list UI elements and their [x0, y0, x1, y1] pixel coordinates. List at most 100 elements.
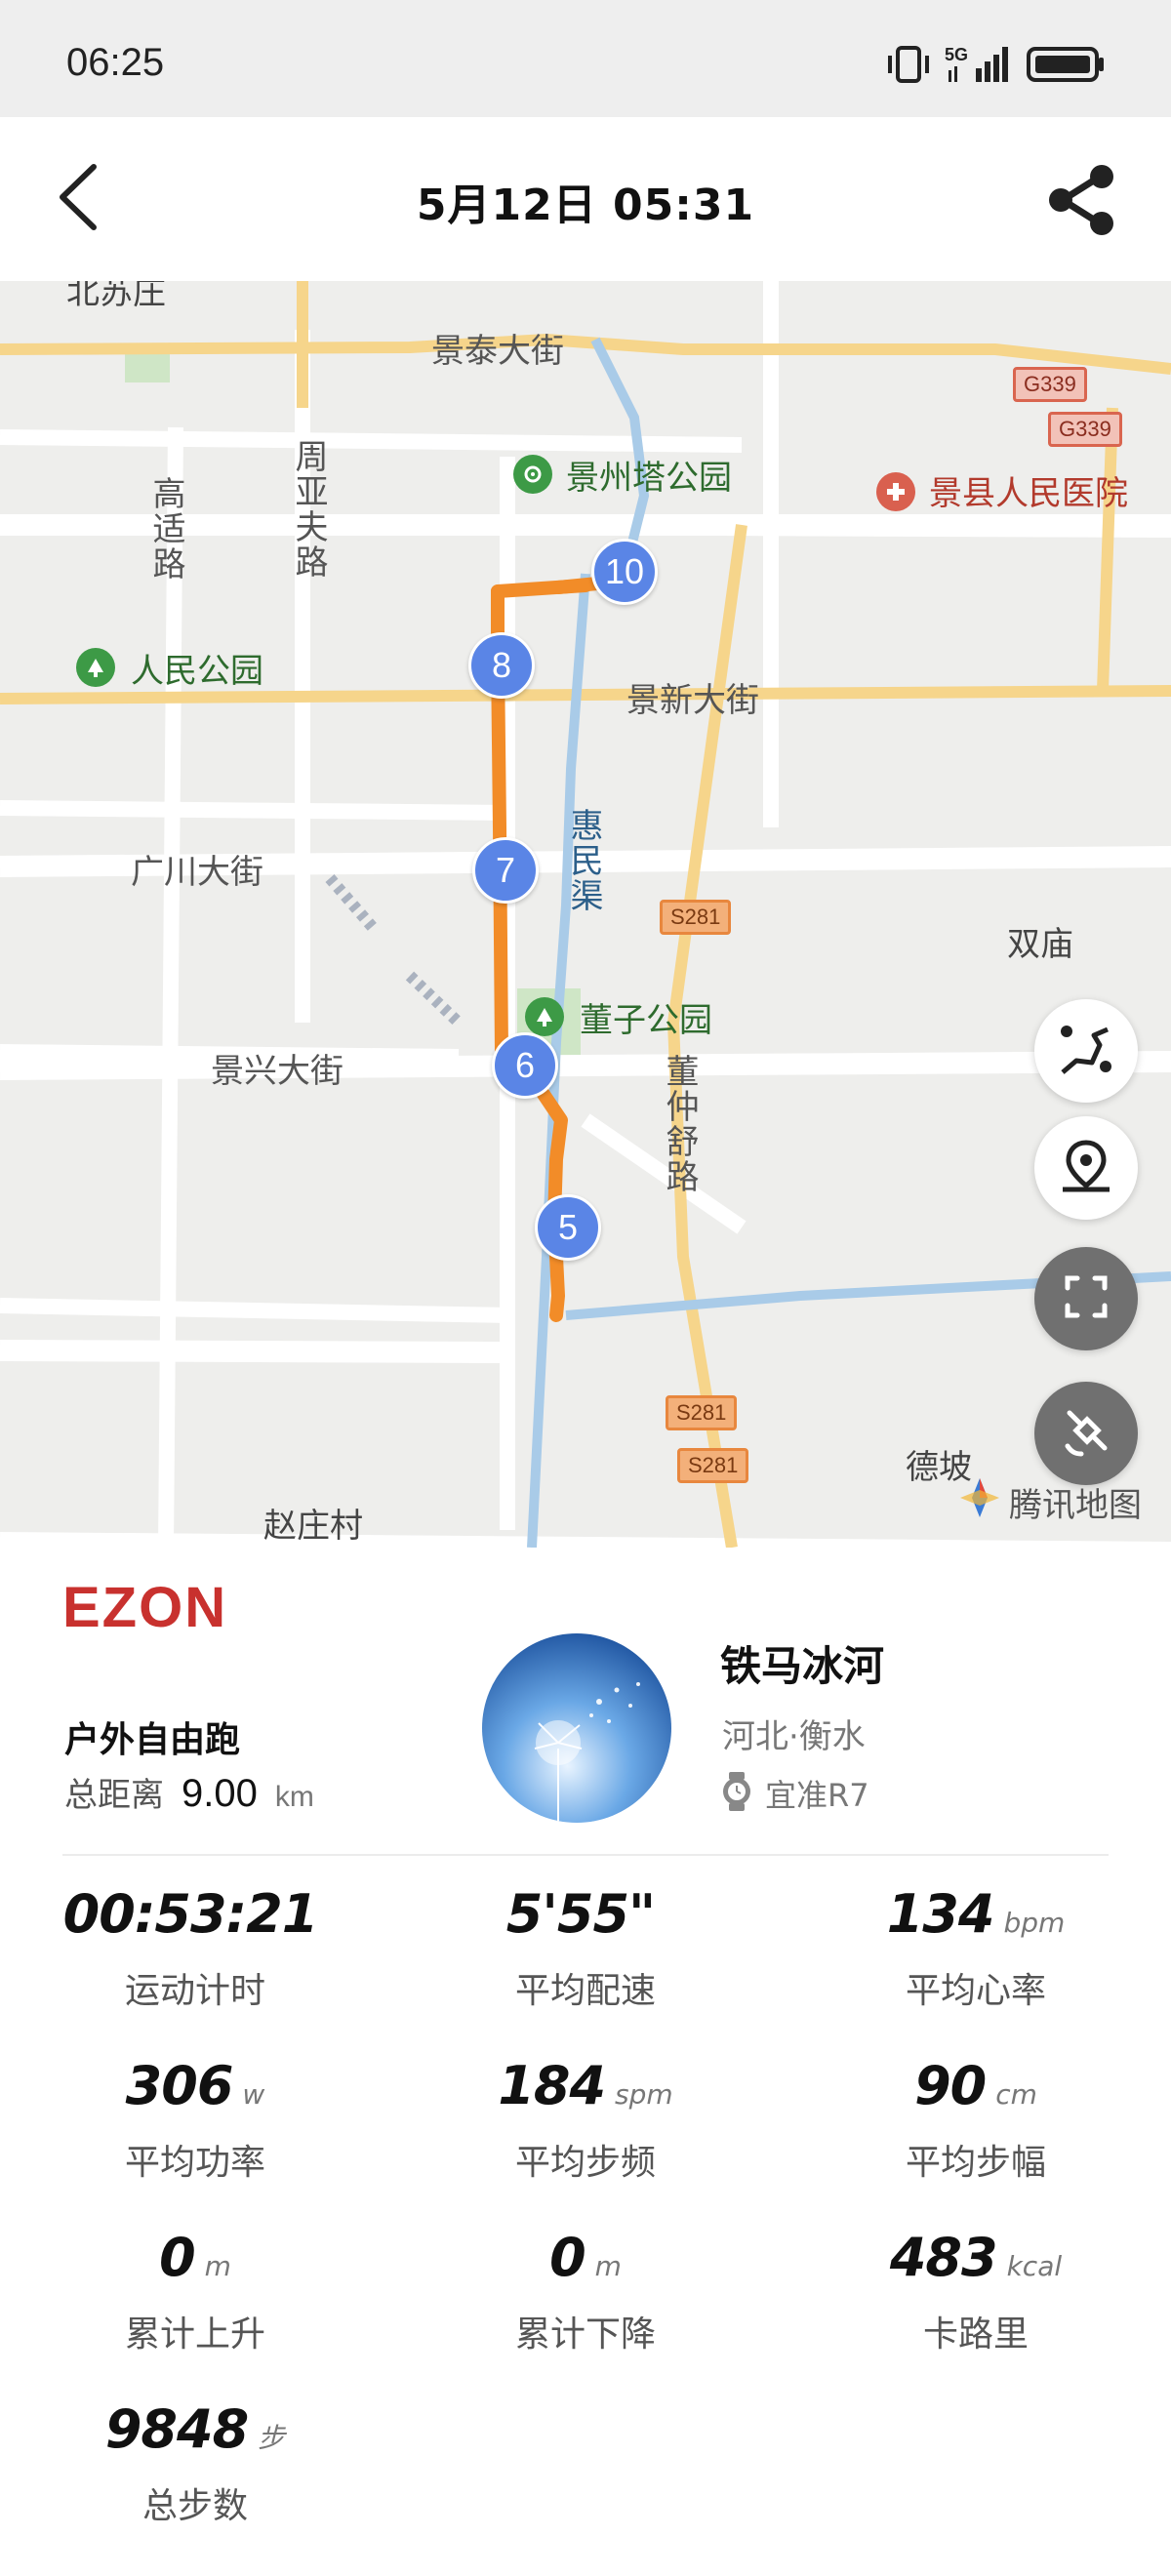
stat-avg-stride: 90 cm 平均步幅 [820, 2055, 1132, 2185]
stat-value: 9848 [104, 2398, 249, 2460]
map-label-jingxing-street: 景兴大街 [211, 1052, 343, 1091]
map-label-jingzhouta-park: 景州塔公园 [566, 459, 732, 498]
road-badge-s281: S281 [660, 900, 732, 935]
map-label-guangchuan-street: 广川大街 [131, 853, 263, 892]
map-label-zhaozhuang: 赵庄村 [263, 1507, 363, 1546]
status-time: 06:25 [66, 41, 165, 84]
stat-label: 卡路里 [922, 2314, 1029, 2355]
hospital-icon [876, 472, 915, 511]
map-label-shuangmiao: 双庙 [1007, 925, 1073, 964]
stat-avg-heart-rate: 134 bpm 平均心率 [820, 1883, 1132, 2013]
stat-value: 00:53:21 [62, 1883, 319, 1945]
stat-value: 184 [498, 2055, 606, 2116]
stat-unit: spm [615, 2078, 673, 2111]
road-badge-s281: S281 [677, 1448, 749, 1483]
stat-total-descent: 0m 累计下降 [429, 2227, 742, 2356]
share-icon [1045, 163, 1119, 241]
track-replay-icon [1055, 1018, 1117, 1084]
total-distance: 总距离 9.00 km [64, 1768, 314, 1816]
tree-icon [76, 648, 115, 687]
brand-logo: EZON [62, 1576, 228, 1639]
device-info: 宜准R7 [718, 1770, 869, 1817]
map-label-dongzhongshu-road: 董仲舒路 [660, 1054, 699, 1194]
map-label-huimin-canal: 惠民渠 [564, 808, 603, 913]
stat-label: 累计下降 [514, 2314, 656, 2355]
tencent-map-logo-icon [958, 1476, 1001, 1528]
stat-value: 90 [914, 2055, 987, 2116]
stat-value: 0 [549, 2227, 586, 2288]
top-app-bar: 5月12日 05:31 [0, 117, 1171, 281]
stat-label: 总步数 [141, 2486, 248, 2526]
stat-value: 5'55" [505, 1883, 656, 1945]
track-replay-button[interactable] [1034, 999, 1138, 1103]
distance-value: 9.00 [182, 1772, 258, 1815]
stat-calories: 483 kcal 卡路里 [820, 2227, 1132, 2356]
stat-value: 0 [159, 2227, 196, 2288]
user-name: 铁马冰河 [720, 1642, 885, 1690]
map-label-dongzi-park: 董子公园 [580, 1001, 712, 1040]
road-badge-s281: S281 [666, 1395, 738, 1430]
stat-unit: kcal [1006, 2250, 1063, 2282]
stat-label: 平均步幅 [905, 2143, 1046, 2183]
status-icons: 5G [886, 43, 1107, 86]
stat-unit: cm [995, 2078, 1037, 2111]
stat-label: 累计上升 [124, 2314, 265, 2355]
km-marker[interactable]: 7 [472, 837, 539, 904]
road-badge-g339: G339 [1013, 367, 1087, 402]
stat-value: 306 [125, 2055, 234, 2116]
stat-total-ascent: 0m 累计上升 [39, 2227, 351, 2356]
stat-unit: m [594, 2250, 622, 2282]
vibrate-icon [886, 45, 931, 84]
share-button[interactable] [1038, 160, 1126, 244]
map-attribution: 腾讯地图 [958, 1476, 1142, 1528]
km-marker[interactable]: 10 [591, 539, 658, 605]
map-pin-icon [1057, 1137, 1115, 1199]
stat-total-steps: 9848 步 总步数 [39, 2398, 351, 2528]
svg-text:5G: 5G [945, 45, 968, 64]
tree-icon [525, 997, 564, 1036]
stat-value: 134 [886, 1883, 995, 1945]
km-marker[interactable]: 8 [468, 632, 535, 699]
fullscreen-button[interactable] [1034, 1247, 1138, 1350]
workout-summary: EZON 户外自由跑 总距离 9.00 km 铁马冰河 河北·衡水 宜准R7 0… [0, 1548, 1171, 2576]
status-bar: 06:25 5G [0, 0, 1171, 117]
route-map[interactable]: 北苏庄 景泰大街 景州塔公园 景县人民医院 高适路 周亚夫路 人民公园 景新大街… [0, 281, 1171, 1548]
stat-avg-pace: 5'55" 平均配速 [429, 1883, 742, 2013]
watch-icon [718, 1770, 755, 1817]
satellite-button[interactable] [1034, 1382, 1138, 1485]
stat-label: 平均功率 [124, 2143, 265, 2183]
km-marker[interactable]: 6 [492, 1032, 558, 1099]
signal-5g-icon: 5G [945, 43, 1013, 86]
stat-duration: 00:53:21 运动计时 [39, 1883, 351, 2013]
km-marker[interactable]: 5 [535, 1194, 601, 1261]
stat-avg-cadence: 184 spm 平均步频 [429, 2055, 742, 2185]
map-label-beisuzhuang: 北苏庄 [66, 281, 166, 312]
map-label-jingtai-street: 景泰大街 [431, 332, 564, 371]
user-location: 河北·衡水 [722, 1717, 866, 1756]
stat-avg-power: 306 w 平均功率 [39, 2055, 351, 2185]
distance-unit: km [274, 1781, 314, 1813]
satellite-icon [1058, 1403, 1114, 1464]
park-icon [513, 455, 552, 494]
map-label-gaoshi-road: 高适路 [146, 476, 185, 582]
distance-label: 总距离 [64, 1776, 164, 1815]
stat-unit: w [242, 2078, 265, 2111]
device-name: 宜准R7 [765, 1777, 869, 1814]
stat-unit: 步 [258, 2422, 286, 2454]
stat-label: 平均配速 [514, 1971, 656, 2011]
activity-type: 户外自由跑 [64, 1720, 241, 1760]
divider [62, 1854, 1109, 1856]
battery-icon [1027, 45, 1107, 84]
location-button[interactable] [1034, 1116, 1138, 1220]
map-label-renmin-park: 人民公园 [131, 652, 263, 691]
stat-unit: bpm [1003, 1907, 1066, 1939]
map-label-jingxian-hospital: 景县人民医院 [929, 474, 1128, 513]
map-attribution-text: 腾讯地图 [1009, 1486, 1142, 1525]
stat-label: 平均步频 [514, 2143, 656, 2183]
expand-icon [1062, 1272, 1110, 1325]
stat-label: 平均心率 [905, 1971, 1046, 2011]
map-label-zhouyafu-road: 周亚夫路 [289, 439, 328, 580]
avatar[interactable] [482, 1633, 671, 1823]
stat-unit: m [204, 2250, 231, 2282]
stat-value: 483 [889, 2227, 998, 2288]
